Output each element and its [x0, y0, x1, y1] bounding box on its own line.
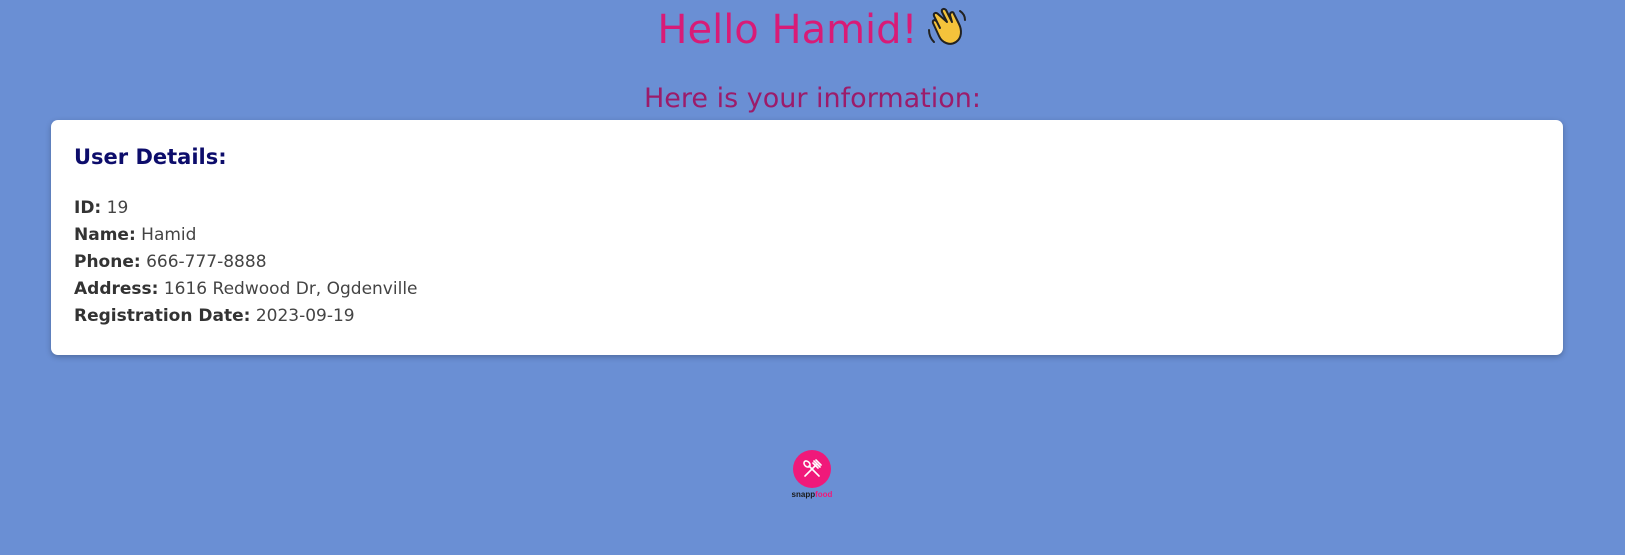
detail-label: Address: [74, 279, 159, 299]
detail-value: Hamid [141, 225, 197, 245]
greeting-heading: Hello Hamid! [0, 6, 1625, 54]
detail-value: 19 [106, 198, 129, 218]
snappfood-logo[interactable]: snappfood [788, 450, 836, 500]
card-title: User Details: [74, 145, 227, 169]
detail-address: Address: 1616 Redwood Dr, Ogdenville [74, 276, 1540, 303]
greeting-text: Hello Hamid! [657, 7, 918, 53]
detail-value: 666-777-8888 [146, 252, 267, 272]
detail-label: Name: [74, 225, 136, 245]
logo-text-food: food [815, 490, 833, 499]
detail-phone: Phone: 666-777-8888 [74, 249, 1540, 276]
user-details-card: User Details: ID: 19 Name: Hamid Phone: … [51, 120, 1563, 355]
detail-registration-date: Registration Date: 2023-09-19 [74, 303, 1540, 330]
detail-label: ID: [74, 198, 102, 218]
fork-and-knife-icon [803, 459, 822, 477]
detail-name: Name: Hamid [74, 222, 1540, 249]
detail-label: Registration Date: [74, 306, 251, 326]
detail-value: 2023-09-19 [255, 306, 355, 326]
subheading: Here is your information: [644, 83, 981, 114]
waving-hand-icon [927, 7, 966, 45]
detail-id: ID: 19 [74, 195, 1540, 222]
logo-text-snapp: snapp [791, 490, 816, 499]
detail-label: Phone: [74, 252, 141, 272]
logo-badge [793, 450, 831, 488]
logo-wordmark: snappfood [788, 490, 836, 500]
detail-value: 1616 Redwood Dr, Ogdenville [163, 279, 418, 299]
